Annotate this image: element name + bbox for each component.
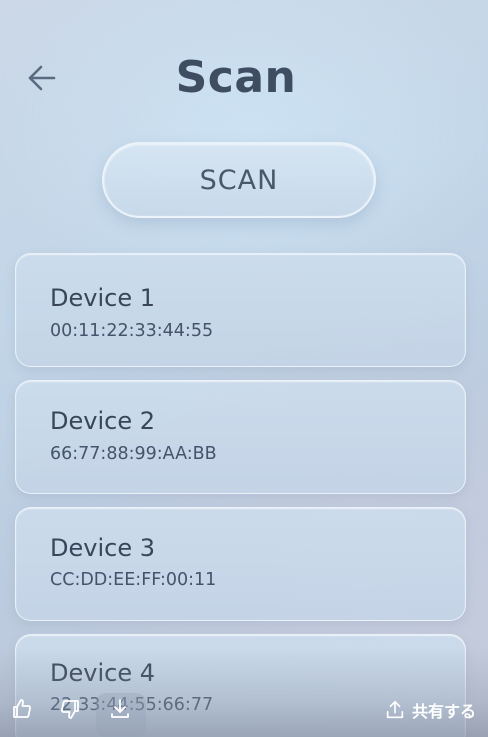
- device-card[interactable]: Device 1 00:11:22:33:44:55: [15, 253, 466, 367]
- device-name: Device 4: [50, 659, 155, 687]
- scan-button[interactable]: SCAN: [102, 142, 376, 218]
- page-title: Scan: [175, 52, 297, 103]
- device-address: 00:11:22:33:44:55: [50, 321, 214, 341]
- device-address: CC:DD:EE:FF:00:11: [50, 570, 217, 590]
- device-card[interactable]: Device 3 CC:DD:EE:FF:00:11: [15, 507, 466, 621]
- download-button[interactable]: [108, 697, 134, 723]
- like-button[interactable]: [10, 697, 36, 723]
- share-button[interactable]: 共有する: [384, 697, 476, 723]
- dislike-button[interactable]: [58, 697, 84, 723]
- thumbs-up-icon: [13, 699, 32, 718]
- device-address: 66:77:88:99:AA:BB: [50, 444, 217, 464]
- share-icon: [386, 700, 404, 719]
- device-name: Device 2: [50, 407, 155, 435]
- device-name: Device 3: [50, 534, 155, 562]
- download-icon: [111, 699, 129, 718]
- share-label: 共有する: [411, 702, 476, 721]
- device-list: Device 1 00:11:22:33:44:55 Device 2 66:7…: [15, 253, 466, 737]
- feedback-toolbar: 共有する: [0, 687, 488, 737]
- device-card[interactable]: Device 2 66:77:88:99:AA:BB: [15, 380, 466, 494]
- device-name: Device 1: [50, 284, 155, 312]
- thumbs-down-icon: [60, 700, 79, 719]
